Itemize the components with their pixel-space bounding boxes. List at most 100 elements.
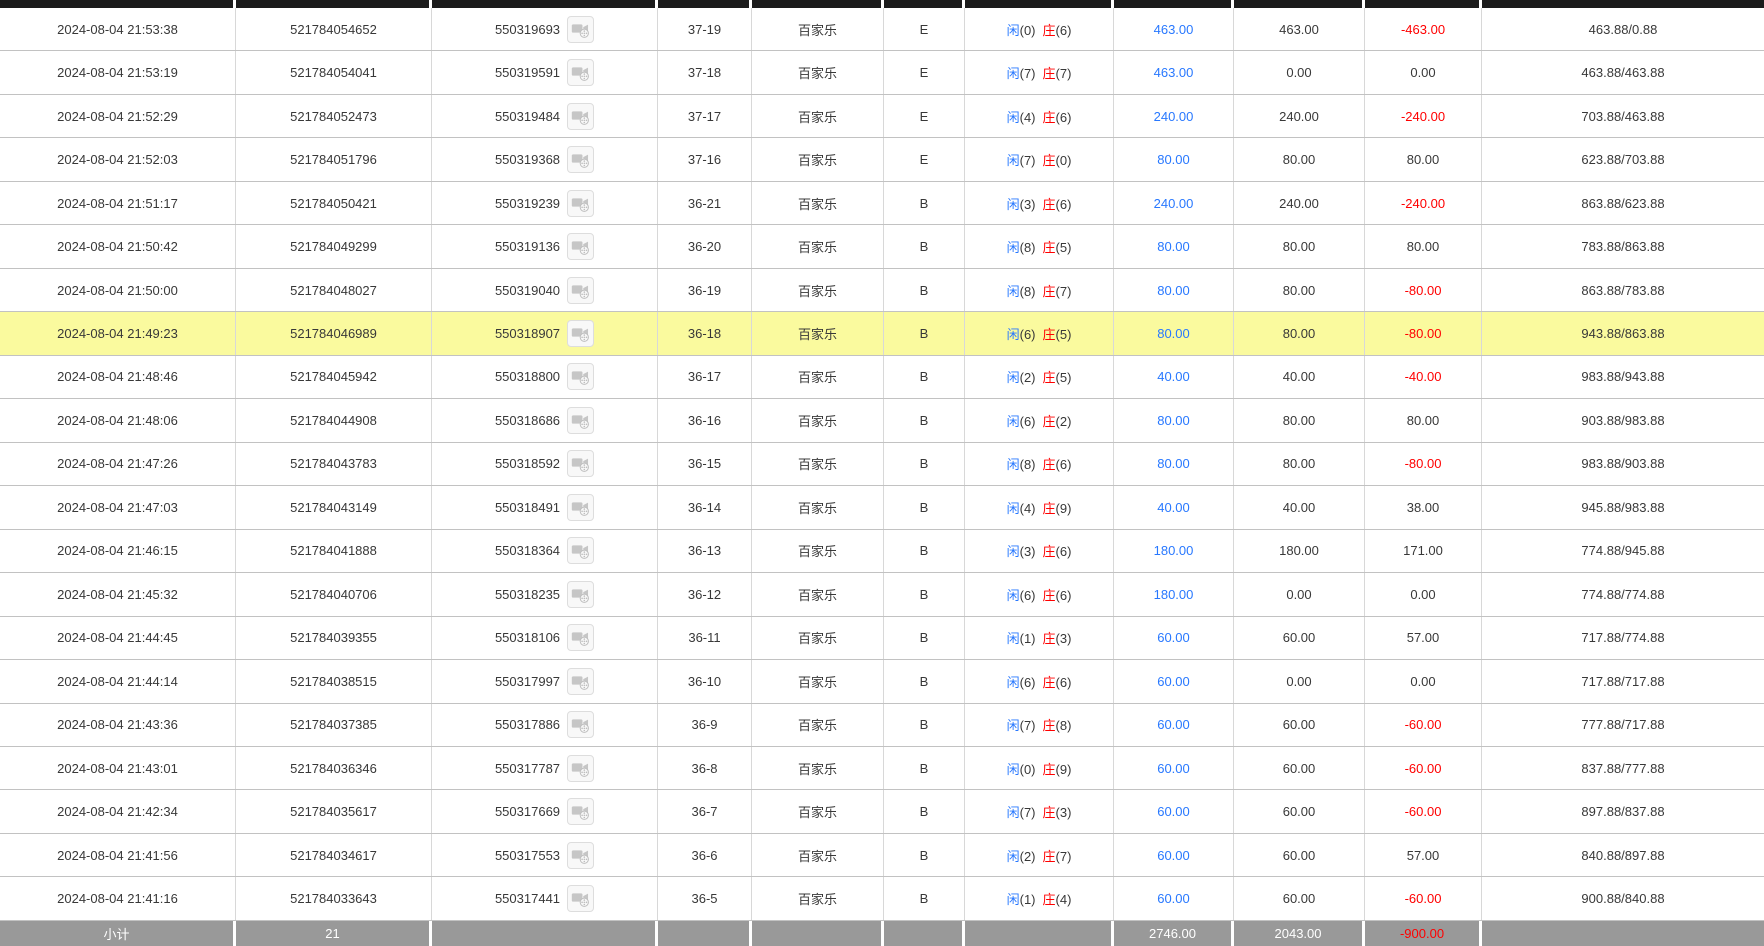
bet-number: 521784035617 bbox=[290, 804, 377, 819]
valid-amount: 80.00 bbox=[1283, 456, 1316, 471]
bet-amount-link[interactable]: 60.00 bbox=[1157, 761, 1190, 776]
banker-label: 庄 bbox=[1043, 327, 1056, 342]
bet-time: 2024-08-04 21:44:14 bbox=[57, 674, 178, 689]
video-replay-button[interactable] bbox=[567, 711, 594, 738]
video-replay-icon bbox=[571, 846, 590, 865]
player-result: 闲(0) bbox=[1007, 20, 1036, 39]
game-name: 百家乐 bbox=[798, 585, 837, 604]
cell-valid-amount: 80.00 bbox=[1234, 399, 1365, 441]
video-replay-button[interactable] bbox=[567, 885, 594, 912]
table-row: 2024-08-04 21:53:38521784054652550319693… bbox=[0, 8, 1764, 51]
video-replay-button[interactable] bbox=[567, 668, 594, 695]
bet-number: 521784043783 bbox=[290, 456, 377, 471]
video-replay-button[interactable] bbox=[567, 59, 594, 86]
bet-time: 2024-08-04 21:48:06 bbox=[57, 413, 178, 428]
video-replay-button[interactable] bbox=[567, 277, 594, 304]
video-replay-button[interactable] bbox=[567, 581, 594, 608]
bet-amount-link[interactable]: 80.00 bbox=[1157, 456, 1190, 471]
cell-bet-amount: 80.00 bbox=[1114, 269, 1234, 311]
bet-amount-link[interactable]: 40.00 bbox=[1157, 500, 1190, 515]
bet-amount-link[interactable]: 40.00 bbox=[1157, 369, 1190, 384]
video-replay-button[interactable] bbox=[567, 320, 594, 347]
video-replay-button[interactable] bbox=[567, 233, 594, 260]
cell-win-loss: 80.00 bbox=[1365, 225, 1482, 267]
video-replay-icon bbox=[571, 150, 590, 169]
game-name: 百家乐 bbox=[798, 367, 837, 386]
bet-time: 2024-08-04 21:42:34 bbox=[57, 804, 178, 819]
bet-amount-link[interactable]: 60.00 bbox=[1157, 804, 1190, 819]
cell-balance: 717.88/774.88 bbox=[1482, 617, 1764, 659]
bet-amount-link[interactable]: 60.00 bbox=[1157, 630, 1190, 645]
cell-balance: 717.88/717.88 bbox=[1482, 660, 1764, 702]
video-replay-button[interactable] bbox=[567, 450, 594, 477]
bet-time: 2024-08-04 21:43:01 bbox=[57, 761, 178, 776]
cell-balance: 945.88/983.88 bbox=[1482, 486, 1764, 528]
bet-amount-link[interactable]: 80.00 bbox=[1157, 413, 1190, 428]
round-number: 37-17 bbox=[688, 109, 721, 124]
cell-result: 闲(4)庄(9) bbox=[965, 486, 1114, 528]
bet-amount-link[interactable]: 463.00 bbox=[1154, 65, 1194, 80]
bet-amount-link[interactable]: 240.00 bbox=[1154, 109, 1194, 124]
video-replay-button[interactable] bbox=[567, 146, 594, 173]
bet-time: 2024-08-04 21:52:29 bbox=[57, 109, 178, 124]
cell-bet-number: 521784048027 bbox=[236, 269, 432, 311]
video-replay-button[interactable] bbox=[567, 755, 594, 782]
bet-amount-link[interactable]: 180.00 bbox=[1154, 543, 1194, 558]
table-row: 2024-08-04 21:47:26521784043783550318592… bbox=[0, 443, 1764, 486]
cell-desk: B bbox=[884, 617, 965, 659]
balance-after-before: 897.88/837.88 bbox=[1581, 804, 1664, 819]
bet-amount-link[interactable]: 80.00 bbox=[1157, 326, 1190, 341]
cell-bet-number: 521784051796 bbox=[236, 138, 432, 180]
bet-amount-link[interactable]: 80.00 bbox=[1157, 239, 1190, 254]
win-loss-amount: 0.00 bbox=[1410, 65, 1435, 80]
video-replay-button[interactable] bbox=[567, 624, 594, 651]
video-replay-button[interactable] bbox=[567, 16, 594, 43]
valid-amount: 60.00 bbox=[1283, 891, 1316, 906]
banker-points: (5) bbox=[1056, 370, 1072, 385]
bet-amount-link[interactable]: 180.00 bbox=[1154, 587, 1194, 602]
table-row: 2024-08-04 21:49:23521784046989550318907… bbox=[0, 312, 1764, 355]
video-replay-button[interactable] bbox=[567, 798, 594, 825]
header-cell bbox=[1482, 0, 1764, 8]
bet-number: 521784048027 bbox=[290, 283, 377, 298]
win-loss-amount: 80.00 bbox=[1407, 152, 1440, 167]
bet-amount-link[interactable]: 463.00 bbox=[1154, 22, 1194, 37]
bet-amount-link[interactable]: 60.00 bbox=[1157, 848, 1190, 863]
video-replay-button[interactable] bbox=[567, 407, 594, 434]
bet-time: 2024-08-04 21:41:16 bbox=[57, 891, 178, 906]
video-replay-button[interactable] bbox=[567, 537, 594, 564]
video-replay-button[interactable] bbox=[567, 190, 594, 217]
game-name: 百家乐 bbox=[798, 194, 837, 213]
cell-round: 37-17 bbox=[658, 95, 752, 137]
cell-game-name: 百家乐 bbox=[752, 573, 884, 615]
cell-result: 闲(7)庄(3) bbox=[965, 790, 1114, 832]
desk-code: B bbox=[920, 804, 929, 819]
balance-after-before: 717.88/717.88 bbox=[1581, 674, 1664, 689]
banker-label: 庄 bbox=[1043, 675, 1056, 690]
desk-code: B bbox=[920, 196, 929, 211]
cell-win-loss: 0.00 bbox=[1365, 51, 1482, 93]
player-label: 闲 bbox=[1007, 370, 1020, 385]
bet-amount-link[interactable]: 240.00 bbox=[1154, 196, 1194, 211]
balance-after-before: 623.88/703.88 bbox=[1581, 152, 1664, 167]
game-name: 百家乐 bbox=[798, 20, 837, 39]
video-replay-button[interactable] bbox=[567, 103, 594, 130]
cell-bet-amount: 80.00 bbox=[1114, 138, 1234, 180]
cell-game-name: 百家乐 bbox=[752, 877, 884, 919]
bet-amount-link[interactable]: 80.00 bbox=[1157, 152, 1190, 167]
bet-amount-link[interactable]: 60.00 bbox=[1157, 717, 1190, 732]
player-label: 闲 bbox=[1007, 762, 1020, 777]
bet-amount-link[interactable]: 60.00 bbox=[1157, 891, 1190, 906]
player-label: 闲 bbox=[1007, 588, 1020, 603]
banker-points: (6) bbox=[1056, 110, 1072, 125]
player-result: 闲(8) bbox=[1007, 237, 1036, 256]
video-replay-button[interactable] bbox=[567, 494, 594, 521]
game-number: 550319484 bbox=[495, 109, 560, 124]
bet-amount-link[interactable]: 80.00 bbox=[1157, 283, 1190, 298]
bet-amount-link[interactable]: 60.00 bbox=[1157, 674, 1190, 689]
video-replay-button[interactable] bbox=[567, 842, 594, 869]
game-name: 百家乐 bbox=[798, 63, 837, 82]
cell-desk: B bbox=[884, 312, 965, 354]
player-result: 闲(0) bbox=[1007, 759, 1036, 778]
video-replay-button[interactable] bbox=[567, 363, 594, 390]
